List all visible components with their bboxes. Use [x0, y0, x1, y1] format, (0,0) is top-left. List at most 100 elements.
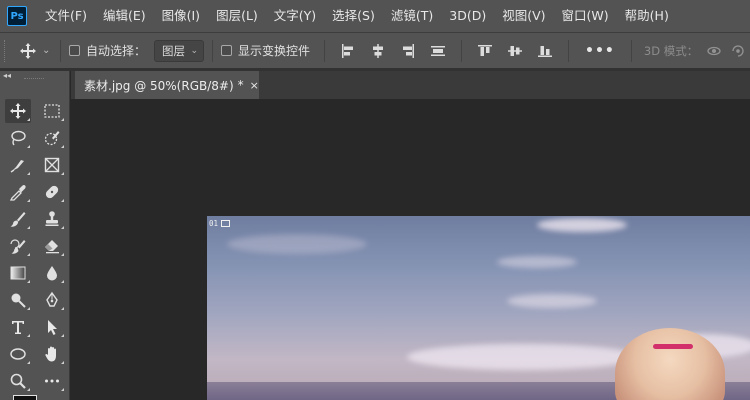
ellipse-tool[interactable] — [5, 342, 31, 366]
menu-layer[interactable]: 图层(L) — [208, 0, 266, 32]
menu-select[interactable]: 选择(S) — [324, 0, 383, 32]
chevron-down-icon: ⌄ — [190, 45, 199, 56]
menu-image[interactable]: 图像(I) — [154, 0, 208, 32]
menu-help[interactable]: 帮助(H) — [617, 0, 677, 32]
document-tab-title: 素材.jpg @ 50%(RGB/8#) — [84, 78, 234, 93]
lasso-tool[interactable] — [5, 126, 31, 150]
cloud — [407, 344, 637, 370]
clone-stamp-tool[interactable] — [39, 207, 65, 231]
brush-tool[interactable] — [5, 207, 31, 231]
foreground-color-swatch[interactable] — [13, 395, 37, 400]
dodge-tool[interactable] — [5, 288, 31, 312]
chevron-down-icon[interactable]: ⌄ — [42, 45, 52, 56]
3d-mode-label: 3D 模式： — [643, 43, 699, 58]
collapse-panel-icon[interactable]: ◂◂ — [3, 71, 11, 81]
frame-tool[interactable] — [39, 153, 65, 177]
align-vertical-centers-icon[interactable] — [507, 43, 523, 59]
photoshop-logo: Ps — [7, 6, 27, 26]
document-tab[interactable]: 素材.jpg @ 50%(RGB/8#) * × — [75, 71, 259, 99]
rectangular-marquee-tool[interactable] — [39, 99, 65, 123]
align-horizontal-centers-icon[interactable] — [370, 43, 386, 59]
stamp-icon — [45, 211, 59, 226]
menu-edit[interactable]: 编辑(E) — [95, 0, 154, 32]
bandage-icon — [45, 185, 59, 199]
move-tool[interactable] — [5, 99, 31, 123]
cloud — [497, 256, 577, 268]
zoom-tool[interactable] — [5, 369, 31, 393]
show-transform-checkbox[interactable] — [221, 45, 233, 56]
menu-3d[interactable]: 3D(D) — [441, 0, 494, 32]
magnifier-icon — [10, 373, 26, 389]
brush-path-icon — [10, 160, 24, 173]
pen-tool[interactable] — [39, 288, 65, 312]
3d-orbit-icon[interactable] — [706, 43, 722, 59]
3d-roll-icon[interactable] — [730, 43, 746, 59]
eraser-tool[interactable] — [39, 234, 65, 258]
history-brush-icon — [10, 239, 26, 254]
layer-badge: 01 — [209, 218, 231, 228]
gradient-tool[interactable] — [5, 261, 31, 285]
healing-brush-tool[interactable] — [39, 180, 65, 204]
menu-file[interactable]: 文件(F) — [37, 0, 95, 32]
hairclip — [653, 344, 693, 349]
distribute-horizontal-icon[interactable] — [430, 43, 446, 59]
drop-icon — [47, 266, 57, 281]
options-bar: ⌄ 自动选择： 图层 ⌄ 显示变换控件 ••• 3D 模式： — [0, 32, 750, 68]
image-icon — [221, 219, 231, 227]
type-tool[interactable] — [5, 315, 31, 339]
hand-tool[interactable] — [39, 342, 65, 366]
divider — [60, 39, 61, 62]
menu-filter[interactable]: 滤镜(T) — [383, 0, 441, 32]
tools-panel: ◂◂ — [0, 71, 70, 400]
more-options-button[interactable]: ••• — [585, 43, 615, 59]
eyedropper-tool[interactable] — [5, 180, 31, 204]
move-tool-preset-icon[interactable] — [18, 41, 38, 61]
panel-grip[interactable] — [24, 78, 44, 79]
menu-type[interactable]: 文字(Y) — [266, 0, 324, 32]
auto-select-checkbox[interactable] — [69, 45, 80, 56]
align-right-edges-icon[interactable] — [400, 43, 416, 59]
brush-icon — [10, 212, 26, 227]
auto-select-label: 自动选择： — [86, 44, 147, 58]
more-tools[interactable] — [39, 369, 65, 393]
layer-badge-number: 01 — [209, 218, 219, 228]
arrow-pointer-icon — [48, 320, 57, 335]
quick-selection-icon — [44, 131, 60, 146]
pen-path-tool[interactable] — [5, 153, 31, 177]
cloud — [227, 234, 367, 254]
marquee-icon — [44, 104, 60, 118]
gradient-icon — [10, 266, 26, 280]
divider — [461, 39, 463, 62]
document-tab-bar: 素材.jpg @ 50%(RGB/8#) * × — [71, 71, 750, 99]
move-icon — [10, 103, 26, 119]
history-brush-tool[interactable] — [5, 234, 31, 258]
menu-view[interactable]: 视图(V) — [494, 0, 553, 32]
divider — [212, 39, 214, 62]
auto-select-target-value: 图层 — [162, 43, 186, 58]
eyedropper-icon — [9, 185, 26, 201]
document-image[interactable]: 01 — [207, 216, 750, 400]
cloud — [507, 294, 597, 308]
tools-panel-header: ◂◂ — [0, 71, 69, 85]
lasso-icon — [11, 130, 26, 146]
eraser-icon — [45, 240, 59, 254]
type-icon — [12, 321, 24, 334]
document-modified-mark: * — [237, 78, 244, 92]
quick-selection-tool[interactable] — [39, 126, 65, 150]
options-bar-grip[interactable] — [4, 39, 6, 62]
menu-window[interactable]: 窗口(W) — [554, 0, 617, 32]
path-selection-tool[interactable] — [39, 315, 65, 339]
divider — [568, 39, 570, 62]
close-tab-icon[interactable]: × — [250, 79, 259, 92]
show-transform-label: 显示变换控件 — [238, 44, 311, 58]
blur-tool[interactable] — [39, 261, 65, 285]
align-bottom-edges-icon[interactable] — [537, 43, 553, 59]
canvas-workspace[interactable]: 01 — [71, 99, 750, 400]
divider — [630, 39, 632, 62]
ellipse-icon — [10, 348, 26, 360]
dodge-icon — [11, 293, 26, 308]
align-top-edges-icon[interactable] — [477, 43, 493, 59]
ellipsis-icon — [45, 379, 59, 383]
auto-select-target-dropdown[interactable]: 图层 ⌄ — [154, 39, 205, 62]
align-left-edges-icon[interactable] — [340, 43, 356, 59]
